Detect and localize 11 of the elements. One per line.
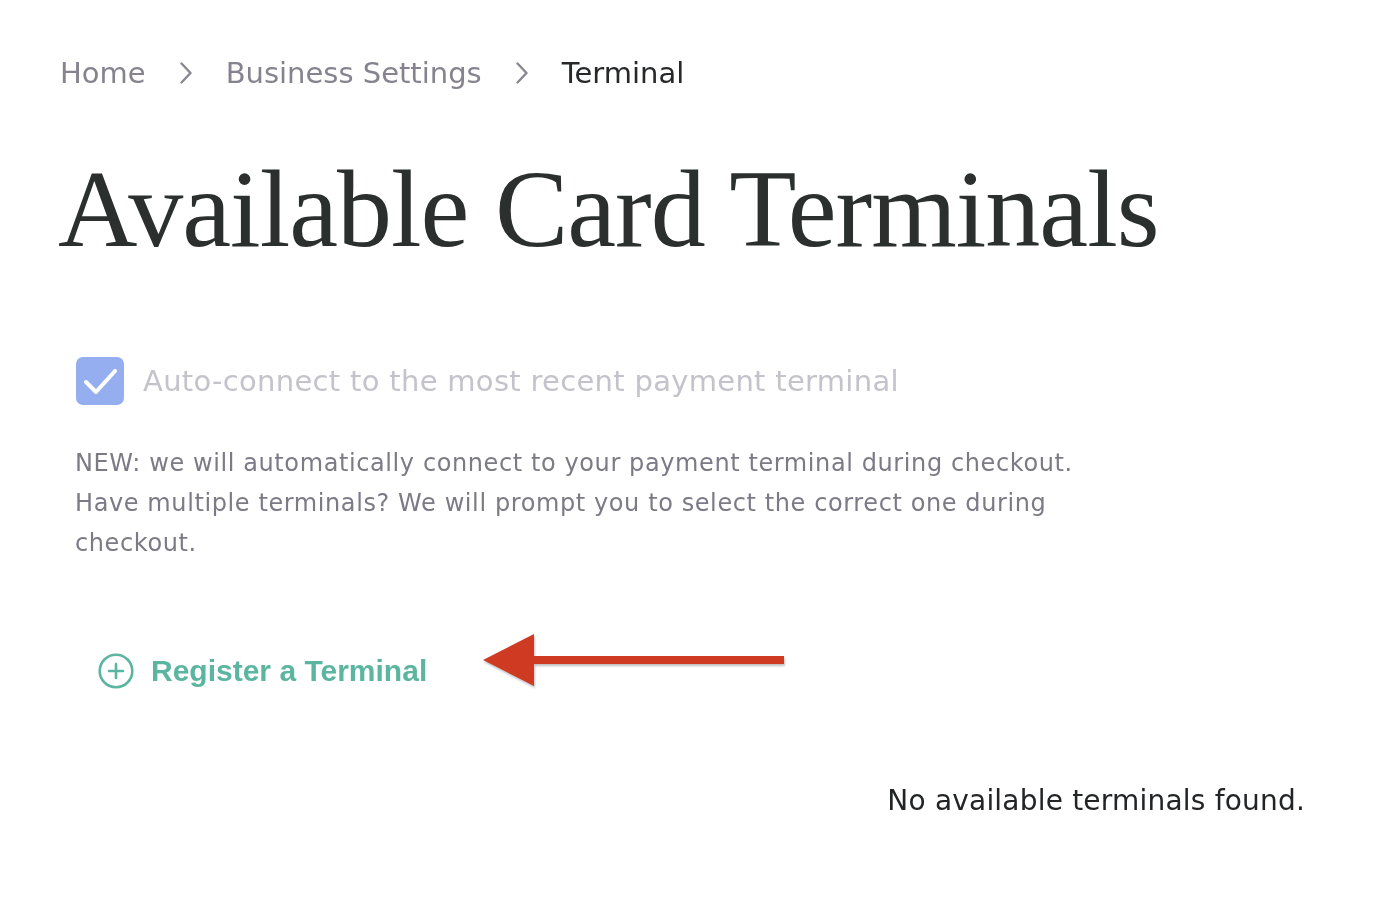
chevron-right-icon: [515, 62, 528, 84]
checkmark-icon: [83, 368, 117, 394]
register-terminal-button[interactable]: Register a Terminal: [98, 653, 428, 689]
plus-circle-icon: [98, 653, 134, 689]
page-title: Available Card Terminals: [58, 147, 1160, 272]
breadcrumb-link[interactable]: Business Settings: [225, 55, 482, 91]
empty-state-message: No available terminals found.: [886, 783, 1305, 819]
chevron-right-icon: [179, 62, 192, 84]
breadcrumb-current: Terminal: [561, 55, 685, 91]
description-text: NEW: we will automatically connect to your payment terminal during checkout. Have multiple terminals? We will prompt you to select the correct one during checkout.: [75, 448, 1074, 559]
breadcrumb-link[interactable]: Home: [60, 55, 146, 91]
